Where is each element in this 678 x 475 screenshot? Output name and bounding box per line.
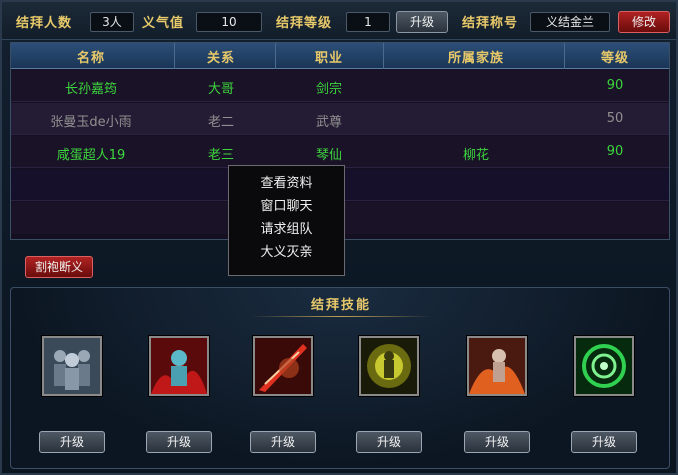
table-header: 名称 关系 职业 所属家族 等级 [11, 43, 669, 69]
title-divider [251, 316, 431, 317]
member-job: 琴仙 [315, 148, 342, 163]
skill-upgrade-button[interactable]: 升级 [250, 431, 316, 453]
member-relation: 大哥 [207, 82, 234, 97]
menu-item-request-team[interactable]: 请求组队 [229, 219, 344, 241]
table-row[interactable]: 长孙嘉筠 大哥 剑宗 90 [11, 70, 669, 102]
menu-item-view-profile[interactable]: 查看资料 [229, 173, 344, 195]
member-level: 50 [606, 111, 624, 126]
member-name: 长孙嘉筠 [64, 82, 117, 97]
blade-skill-icon[interactable] [253, 336, 313, 396]
group-skill-icon[interactable] [42, 336, 102, 396]
level-upgrade-button[interactable]: 升级 [396, 11, 448, 33]
member-name: 咸蛋超人19 [56, 148, 126, 163]
sworn-brotherhood-window: 结拜人数 3人 义气值 10 结拜等级 1 升级 结拜称号 义结金兰 修改 名称… [0, 0, 678, 475]
skill-upgrade-button[interactable]: 升级 [356, 431, 422, 453]
member-relation: 老二 [207, 115, 234, 130]
header-level: 等级 [600, 51, 629, 66]
level-value: 1 [346, 12, 390, 32]
context-menu: 查看资料 窗口聊天 请求组队 大义灭亲 [228, 165, 345, 276]
skill-upgrade-button[interactable]: 升级 [146, 431, 212, 453]
golden-aura-skill-icon[interactable] [359, 336, 419, 396]
loyalty-value: 10 [196, 12, 262, 32]
skill-upgrade-button[interactable]: 升级 [571, 431, 637, 453]
table-row[interactable]: 张曼玉de小雨 老二 武尊 50 [11, 103, 669, 135]
members-value: 3人 [90, 12, 134, 32]
info-bar: 结拜人数 3人 义气值 10 结拜等级 1 升级 结拜称号 义结金兰 修改 [2, 2, 676, 40]
menu-item-betray[interactable]: 大义灭亲 [229, 242, 344, 264]
member-name: 张曼玉de小雨 [50, 115, 132, 130]
skill-upgrade-button[interactable]: 升级 [464, 431, 530, 453]
member-job: 剑宗 [315, 82, 342, 97]
member-job: 武尊 [315, 115, 342, 130]
break-brotherhood-button[interactable]: 割袍断义 [25, 256, 93, 278]
header-job: 职业 [314, 51, 343, 66]
members-label: 结拜人数 [16, 16, 73, 31]
flame-warrior-skill-icon[interactable] [149, 336, 209, 396]
member-level: 90 [606, 78, 624, 93]
header-relation: 关系 [206, 51, 235, 66]
level-label: 结拜等级 [276, 16, 333, 31]
member-relation: 老三 [207, 148, 234, 163]
member-family: 柳花 [462, 148, 489, 163]
skill-upgrade-button[interactable]: 升级 [39, 431, 105, 453]
skills-title: 结拜技能 [310, 298, 371, 313]
green-vortex-skill-icon[interactable] [574, 336, 634, 396]
title-value: 义结金兰 [530, 12, 610, 32]
member-level: 90 [606, 144, 624, 159]
title-label: 结拜称号 [462, 16, 519, 31]
loyalty-label: 义气值 [142, 16, 185, 31]
table-row[interactable]: 咸蛋超人19 老三 琴仙 柳花 90 [11, 136, 669, 168]
fire-spirit-skill-icon[interactable] [467, 336, 527, 396]
header-family: 所属家族 [447, 51, 504, 66]
header-name: 名称 [76, 51, 105, 66]
menu-item-window-chat[interactable]: 窗口聊天 [229, 196, 344, 218]
edit-title-button[interactable]: 修改 [618, 11, 670, 33]
